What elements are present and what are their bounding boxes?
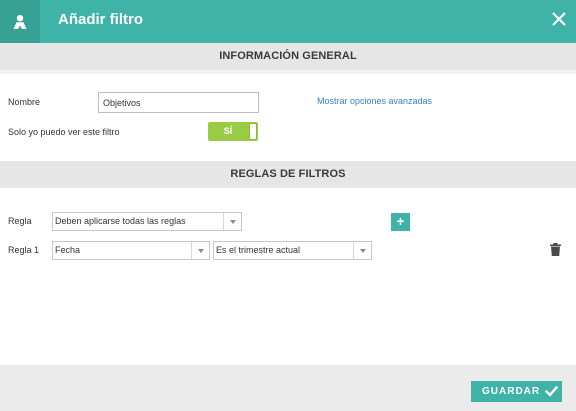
dialog-header: Añadir filtro bbox=[0, 0, 576, 43]
section-rules-header: REGLAS DE FILTROS bbox=[0, 161, 576, 188]
chevron-down-icon bbox=[191, 242, 209, 259]
save-button-label: GUARDAR bbox=[482, 386, 541, 397]
rule-1-label: Regla 1 bbox=[8, 245, 40, 255]
add-rule-button[interactable]: + bbox=[391, 213, 410, 231]
close-icon[interactable] bbox=[550, 10, 568, 28]
toggle-label: SÍ bbox=[223, 126, 233, 136]
name-label: Nombre bbox=[8, 97, 41, 107]
section-divider bbox=[0, 70, 576, 74]
chevron-down-icon bbox=[353, 242, 371, 259]
rule-1-field-value: Fecha bbox=[55, 245, 81, 255]
private-label: Solo yo puedo ver este filtro bbox=[8, 127, 120, 137]
rule-1-field-select[interactable]: Fecha bbox=[52, 241, 210, 260]
chevron-down-icon bbox=[223, 213, 241, 230]
user-filter-icon bbox=[13, 14, 27, 29]
rule-mode-select[interactable]: Deben aplicarse todas las reglas bbox=[52, 212, 242, 231]
header-icon-box bbox=[0, 0, 40, 43]
trash-icon[interactable] bbox=[550, 243, 561, 256]
rule-1-condition-select[interactable]: Es el trimestre actual bbox=[213, 241, 372, 260]
advanced-options-link[interactable]: Mostrar opciones avanzadas bbox=[317, 96, 432, 106]
rule-mode-label: Regla bbox=[8, 216, 32, 226]
private-toggle[interactable]: SÍ bbox=[208, 122, 258, 141]
name-input[interactable] bbox=[98, 92, 259, 113]
rule-mode-value: Deben aplicarse todas las reglas bbox=[55, 216, 186, 226]
check-icon bbox=[545, 385, 558, 397]
toggle-knob bbox=[249, 123, 257, 140]
rule-1-condition-value: Es el trimestre actual bbox=[216, 245, 301, 255]
save-button[interactable]: GUARDAR bbox=[471, 381, 562, 402]
dialog-title: Añadir filtro bbox=[58, 11, 143, 28]
section-general-header: INFORMACIÓN GENERAL bbox=[0, 43, 576, 70]
